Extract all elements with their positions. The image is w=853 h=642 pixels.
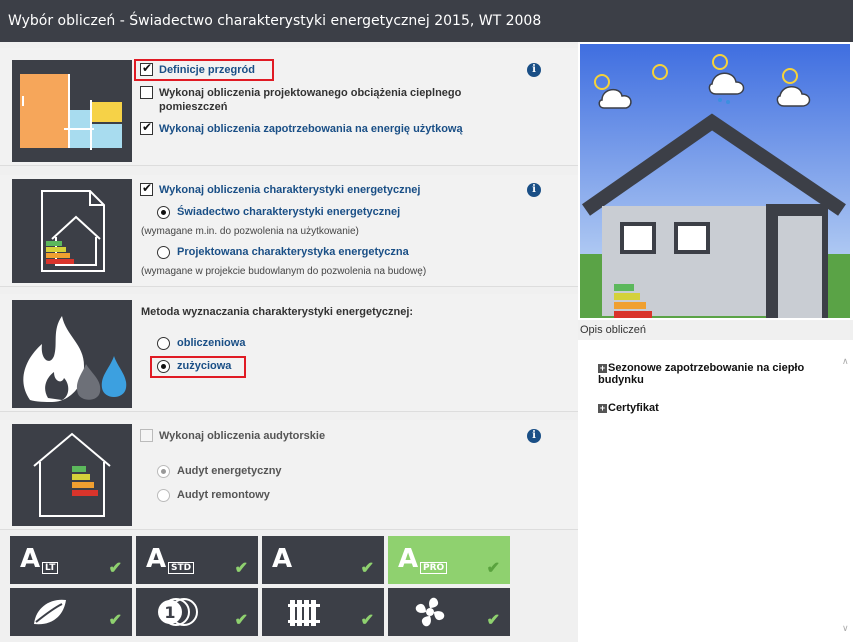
svg-text:1: 1 [164, 603, 175, 622]
flame-water-icon [12, 300, 132, 408]
obciazenie-checkbox[interactable] [140, 86, 153, 99]
obciazenie-label[interactable]: Wykonaj obliczenia projektowanego obciąż… [159, 87, 461, 99]
zuzyciowa-label[interactable]: zużyciowa [177, 360, 231, 372]
zapotrzebowanie-label[interactable]: Wykonaj obliczenia zapotrzebowania na en… [159, 123, 463, 135]
audyt-checkbox[interactable] [140, 429, 153, 442]
house-illustration [580, 44, 850, 318]
obliczeniowa-radio[interactable] [157, 337, 170, 350]
obliczeniowa-label[interactable]: obliczeniowa [177, 337, 245, 349]
description-item-certyfikat[interactable]: + Certyfikat [598, 402, 828, 414]
audyt-remontowy-label[interactable]: Audyt remontowy [177, 489, 270, 501]
audyt-energetyczny-radio[interactable] [157, 465, 170, 478]
preview-panel: Opis obliczeń + Sezonowe zapotrzebowanie … [578, 42, 853, 642]
floor-plan-icon [12, 60, 132, 162]
description-scrollbar[interactable]: ∧ ∨ [841, 340, 853, 642]
charakterystyka-checkbox[interactable] [140, 181, 153, 196]
scroll-up-icon[interactable]: ∧ [842, 356, 849, 367]
section-building-definitions: Definicje przegród Wykonaj obliczenia pr… [0, 48, 578, 166]
audyt-energetyczny-label[interactable]: Audyt energetyczny [177, 465, 282, 477]
projektowana-label[interactable]: Projektowana charakterystyka energetyczn… [177, 246, 409, 258]
zuzyciowa-radio[interactable] [157, 360, 170, 373]
projektowana-radio[interactable] [157, 246, 170, 259]
opis-obliczen-label: Opis obliczeń [578, 320, 853, 340]
section-method: Metoda wyznaczania charakterystyki energ… [0, 294, 578, 412]
zapotrzebowanie-checkbox[interactable] [140, 120, 153, 135]
module-a-button[interactable]: A ✔ [262, 536, 384, 584]
options-panel: Definicje przegród Wykonaj obliczenia pr… [0, 42, 578, 642]
expand-icon[interactable]: + [598, 404, 607, 413]
audit-house-icon [12, 424, 132, 526]
scroll-down-icon[interactable]: ∨ [842, 623, 849, 634]
audyt-label[interactable]: Wykonaj obliczenia audytorskie [159, 430, 325, 442]
module-leaf-button[interactable]: ✔ [10, 588, 132, 636]
info-icon[interactable]: i [527, 63, 541, 77]
info-icon[interactable]: i [527, 429, 541, 443]
window-title: Wybór obliczeń - Świadectwo charakteryst… [0, 0, 853, 42]
definicje-label[interactable]: Definicje przegród [159, 64, 255, 76]
module-radiator-button[interactable]: ✔ [262, 588, 384, 636]
energy-certificate-icon [12, 179, 132, 283]
projektowana-note: (wymagane w projekcie budowlanym do pozw… [141, 266, 427, 277]
definicje-checkbox[interactable] [140, 61, 153, 76]
obciazenie-label-2[interactable]: pomieszczeń [159, 101, 227, 113]
description-item-sezonowe[interactable]: + Sezonowe zapotrzebowanie na ciepło budy… [598, 362, 828, 386]
method-heading: Metoda wyznaczania charakterystyki energ… [141, 306, 414, 318]
swiadectwo-label[interactable]: Świadectwo charakterystyki energetycznej [177, 206, 400, 218]
swiadectwo-note: (wymagane m.in. do pozwolenia na użytkow… [141, 226, 359, 237]
section-energy-characteristics: Wykonaj obliczenia charakterystyki energ… [0, 175, 578, 287]
module-pro-button[interactable]: A PRO ✔ [388, 536, 510, 584]
audyt-remontowy-radio[interactable] [157, 489, 170, 502]
module-lt-button[interactable]: A LT ✔ [10, 536, 132, 584]
module-fan-button[interactable]: ✔ [388, 588, 510, 636]
expand-icon[interactable]: + [598, 364, 607, 373]
module-std-button[interactable]: A STD ✔ [136, 536, 258, 584]
module-meter-button[interactable]: 1 ✔ [136, 588, 258, 636]
swiadectwo-radio[interactable] [157, 206, 170, 219]
info-icon[interactable]: i [527, 183, 541, 197]
charakterystyka-label[interactable]: Wykonaj obliczenia charakterystyki energ… [159, 184, 420, 196]
section-audit: Wykonaj obliczenia audytorskie Audyt ene… [0, 420, 578, 530]
